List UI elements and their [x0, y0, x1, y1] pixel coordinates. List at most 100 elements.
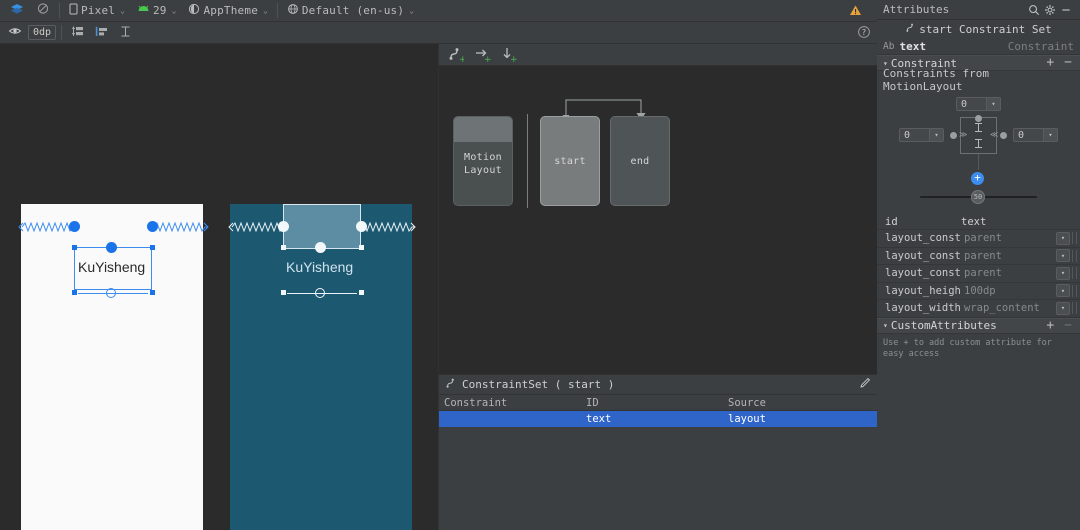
customattributes-remove-button: − [1064, 321, 1072, 331]
anchor-right-end [356, 221, 367, 232]
warning-button[interactable] [849, 4, 862, 20]
baseline-anchor-end [315, 288, 325, 298]
top-margin-field[interactable]: 0 ▾ [956, 97, 1001, 111]
toolbar-separator-1 [59, 3, 60, 18]
constraintset-node-end-label: end [631, 156, 650, 167]
device-selector[interactable]: Pixel ⌄ [63, 1, 131, 21]
handle-bottom-left [72, 290, 77, 295]
motion-editor-toolbar: + + + [439, 44, 877, 66]
constraintset-panel-title: ConstraintSet ( start ) [462, 378, 854, 391]
constraintset-table: Constraint ID Source text layout [439, 395, 877, 427]
baseline-anchor [106, 288, 116, 298]
bias-slider-knob[interactable]: 50 [971, 190, 985, 204]
search-icon[interactable] [1026, 2, 1042, 18]
default-margin-value: 0dp [33, 27, 51, 38]
attribute-row-handle [1072, 285, 1077, 297]
motion-layout-node[interactable]: Motion Layout [453, 116, 513, 206]
chevron-down-icon[interactable]: ▾ [929, 129, 943, 141]
anchor-left-end [278, 221, 289, 232]
chevron-down-icon: ⌄ [263, 6, 268, 15]
layers-icon [10, 2, 24, 19]
handle-top-right [150, 245, 155, 250]
handle-bottom-right-end [359, 290, 364, 295]
constraintset-node-end[interactable]: end [610, 116, 670, 206]
chevron-down-icon: ⌄ [172, 6, 177, 15]
create-constraintset-icon[interactable]: + [447, 46, 464, 63]
pencil-icon[interactable] [859, 377, 871, 392]
chevron-down-icon[interactable]: ▾ [1056, 302, 1070, 315]
constraint-spring-right [150, 220, 212, 234]
svg-text:+: + [484, 55, 491, 63]
chevron-down-icon[interactable]: ▾ [1043, 129, 1057, 141]
api-label: 29 [153, 4, 167, 17]
right-margin-value: 0 [1014, 130, 1043, 141]
theme-selector[interactable]: AppTheme ⌄ [182, 1, 273, 21]
chevron-down-icon[interactable]: ▾ [1056, 267, 1070, 280]
default-margin-field[interactable]: 0dp [28, 25, 56, 40]
visibility-icon [8, 25, 22, 40]
attribute-value[interactable]: parent [961, 249, 1054, 262]
right-margin-field[interactable]: 0 ▾ [1013, 128, 1058, 142]
layers-button[interactable] [4, 1, 30, 21]
globe-icon [287, 3, 299, 18]
customattributes-section-header[interactable]: ▾ CustomAttributes + − [877, 318, 1080, 334]
attribute-value[interactable]: parent [961, 267, 1054, 280]
chevron-down-icon[interactable]: ▾ [1056, 232, 1070, 245]
attribute-row[interactable]: layout_height 100dp ▾ [877, 283, 1080, 301]
handle-bottom-right [150, 290, 155, 295]
constraint-widget[interactable]: 0 ▾ ≫ ≪ 0 ▾ 0 ▾ + [877, 89, 1080, 214]
widget-bottom-dashed [978, 154, 979, 170]
constraintset-node-start[interactable]: start [540, 116, 600, 206]
gear-icon[interactable] [1042, 2, 1058, 18]
locale-selector[interactable]: Default (en-us) ⌄ [281, 1, 420, 21]
pack-button[interactable] [91, 23, 113, 43]
show-constraints-button[interactable] [4, 23, 26, 43]
attributes-context-title: start Constraint Set [919, 23, 1051, 36]
design-surface[interactable]: KuYisheng KuYisheng [0, 44, 438, 530]
theme-label: AppTheme [203, 4, 258, 17]
create-transition-icon[interactable]: + [474, 46, 491, 63]
anchor-left [69, 221, 80, 232]
attribute-name: layout_const... [877, 250, 961, 262]
align-button[interactable] [67, 23, 89, 43]
widget-anchor-right [1000, 132, 1007, 139]
help-button[interactable]: ? [857, 25, 871, 42]
cell-source: layout [723, 413, 873, 425]
attribute-row[interactable]: layout_const... parent ▾ [877, 230, 1080, 248]
attribute-value[interactable]: wrap_content [961, 302, 1054, 315]
align-vertical-icon [71, 25, 85, 41]
locale-label: Default (en-us) [302, 4, 404, 17]
attribute-row[interactable]: layout_width wrap_content ▾ [877, 300, 1080, 318]
phone-icon [69, 3, 78, 18]
constraint-toolbar: 0dp [0, 22, 877, 44]
android-studio-motion-editor: Pixel ⌄ 29 ⌄ AppTheme ⌄ [0, 0, 1080, 530]
attribute-name: layout_height [877, 285, 961, 297]
api-selector[interactable]: 29 ⌄ [131, 1, 182, 21]
attribute-row[interactable]: layout_const... parent ▾ [877, 265, 1080, 283]
customattributes-add-button[interactable]: + [1046, 321, 1054, 331]
chevron-down-icon[interactable]: ▾ [1056, 249, 1070, 262]
anchor-top [106, 242, 117, 253]
disable-render-button[interactable] [30, 1, 56, 21]
create-onswipe-icon[interactable]: + [501, 46, 518, 63]
attribute-value[interactable]: 100dp [961, 284, 1054, 297]
attribute-row[interactable]: layout_const... parent ▾ [877, 248, 1080, 266]
minimize-icon[interactable] [1058, 2, 1074, 18]
constraintset-panel: ConstraintSet ( start ) Constraint ID So… [438, 374, 877, 530]
chevron-down-icon[interactable]: ▾ [986, 98, 1000, 110]
guideline-button[interactable] [115, 23, 136, 43]
chevron-down-icon[interactable]: ▾ [1056, 284, 1070, 297]
attributes-selection-row: Ab text Constraint [877, 38, 1080, 55]
left-margin-value: 0 [900, 130, 929, 141]
widget-tick-bottom-cap [975, 139, 982, 140]
toolbar-separator-2 [277, 3, 278, 18]
svg-text:+: + [459, 55, 464, 63]
left-margin-field[interactable]: 0 ▾ [899, 128, 944, 142]
table-row[interactable]: text layout [439, 411, 877, 427]
motion-layout-node-label: Motion Layout [454, 151, 512, 177]
widget-tick-top-cap2 [975, 131, 982, 132]
add-constraint-icon[interactable]: + [971, 172, 984, 185]
attribute-value[interactable]: parent [961, 232, 1054, 245]
device-label: Pixel [81, 4, 115, 17]
motion-editor-divider [527, 114, 528, 208]
